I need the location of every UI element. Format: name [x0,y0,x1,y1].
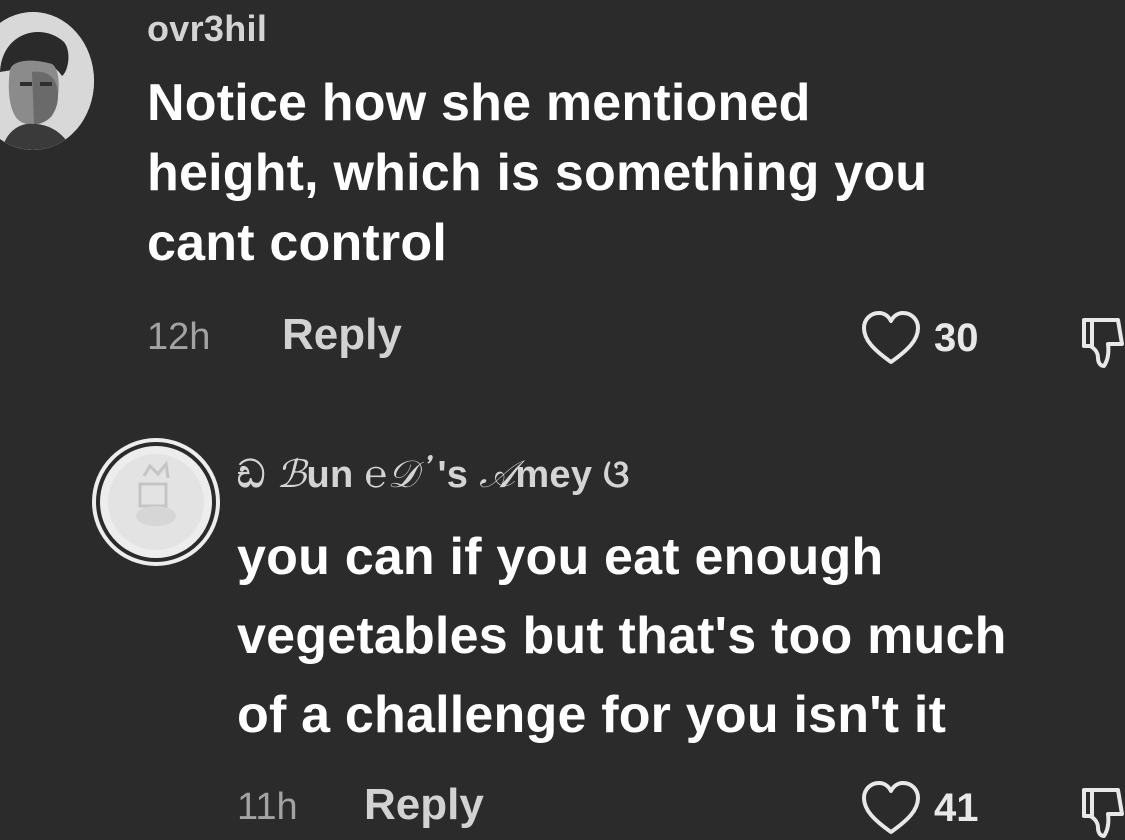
like-count: 41 [934,785,979,830]
avatar[interactable] [0,12,94,150]
username-symbol: ℮𝒟᾿ [364,452,438,496]
heart-outline-icon [860,780,922,836]
comment-body: you can if you eat enough vegetables but… [237,518,1007,755]
username-text: mey [515,454,604,496]
comment-body-line: cant control [147,214,447,272]
like-button[interactable]: 30 [860,310,979,366]
like-count: 30 [934,315,979,360]
dislike-button[interactable] [1078,784,1125,840]
comment-timestamp: 11h [237,786,298,828]
comment-timestamp: 12h [147,316,211,358]
avatar[interactable] [96,442,216,562]
thumbs-down-outline-icon [1078,784,1125,840]
comment-username[interactable]: ovr3hil [147,8,267,50]
username-fancy-letter: 𝒜 [479,452,516,496]
reply-button[interactable]: Reply [364,780,484,830]
comment-body-line: height, which is something you [147,144,928,202]
username-fancy-letter: ℬ [276,452,307,496]
thumbs-down-outline-icon [1078,314,1125,370]
comments-screen: ovr3hil Notice how she mentioned height,… [0,0,1125,840]
comment-body-line: you can if you eat enough [237,528,884,586]
username-text: 's [437,454,480,496]
heart-outline-icon [860,310,922,366]
like-button[interactable]: 41 [860,780,979,836]
comment-body-line: Notice how she mentioned [147,74,811,132]
username-text: un [306,454,365,496]
dislike-button[interactable] [1078,314,1125,370]
username-symbol: ඩ [237,454,277,496]
comment-username[interactable]: ඩ ℬun ℮𝒟᾿'s 𝒜mey ଓ [237,452,630,497]
username-symbol: ଓ [603,454,630,496]
comment-body: Notice how she mentioned height, which i… [147,68,927,278]
reply-button[interactable]: Reply [282,310,402,360]
comment-body-line: of a challenge for you isn't it [237,686,947,744]
comment-body-line: vegetables but that's too much [237,607,1007,665]
